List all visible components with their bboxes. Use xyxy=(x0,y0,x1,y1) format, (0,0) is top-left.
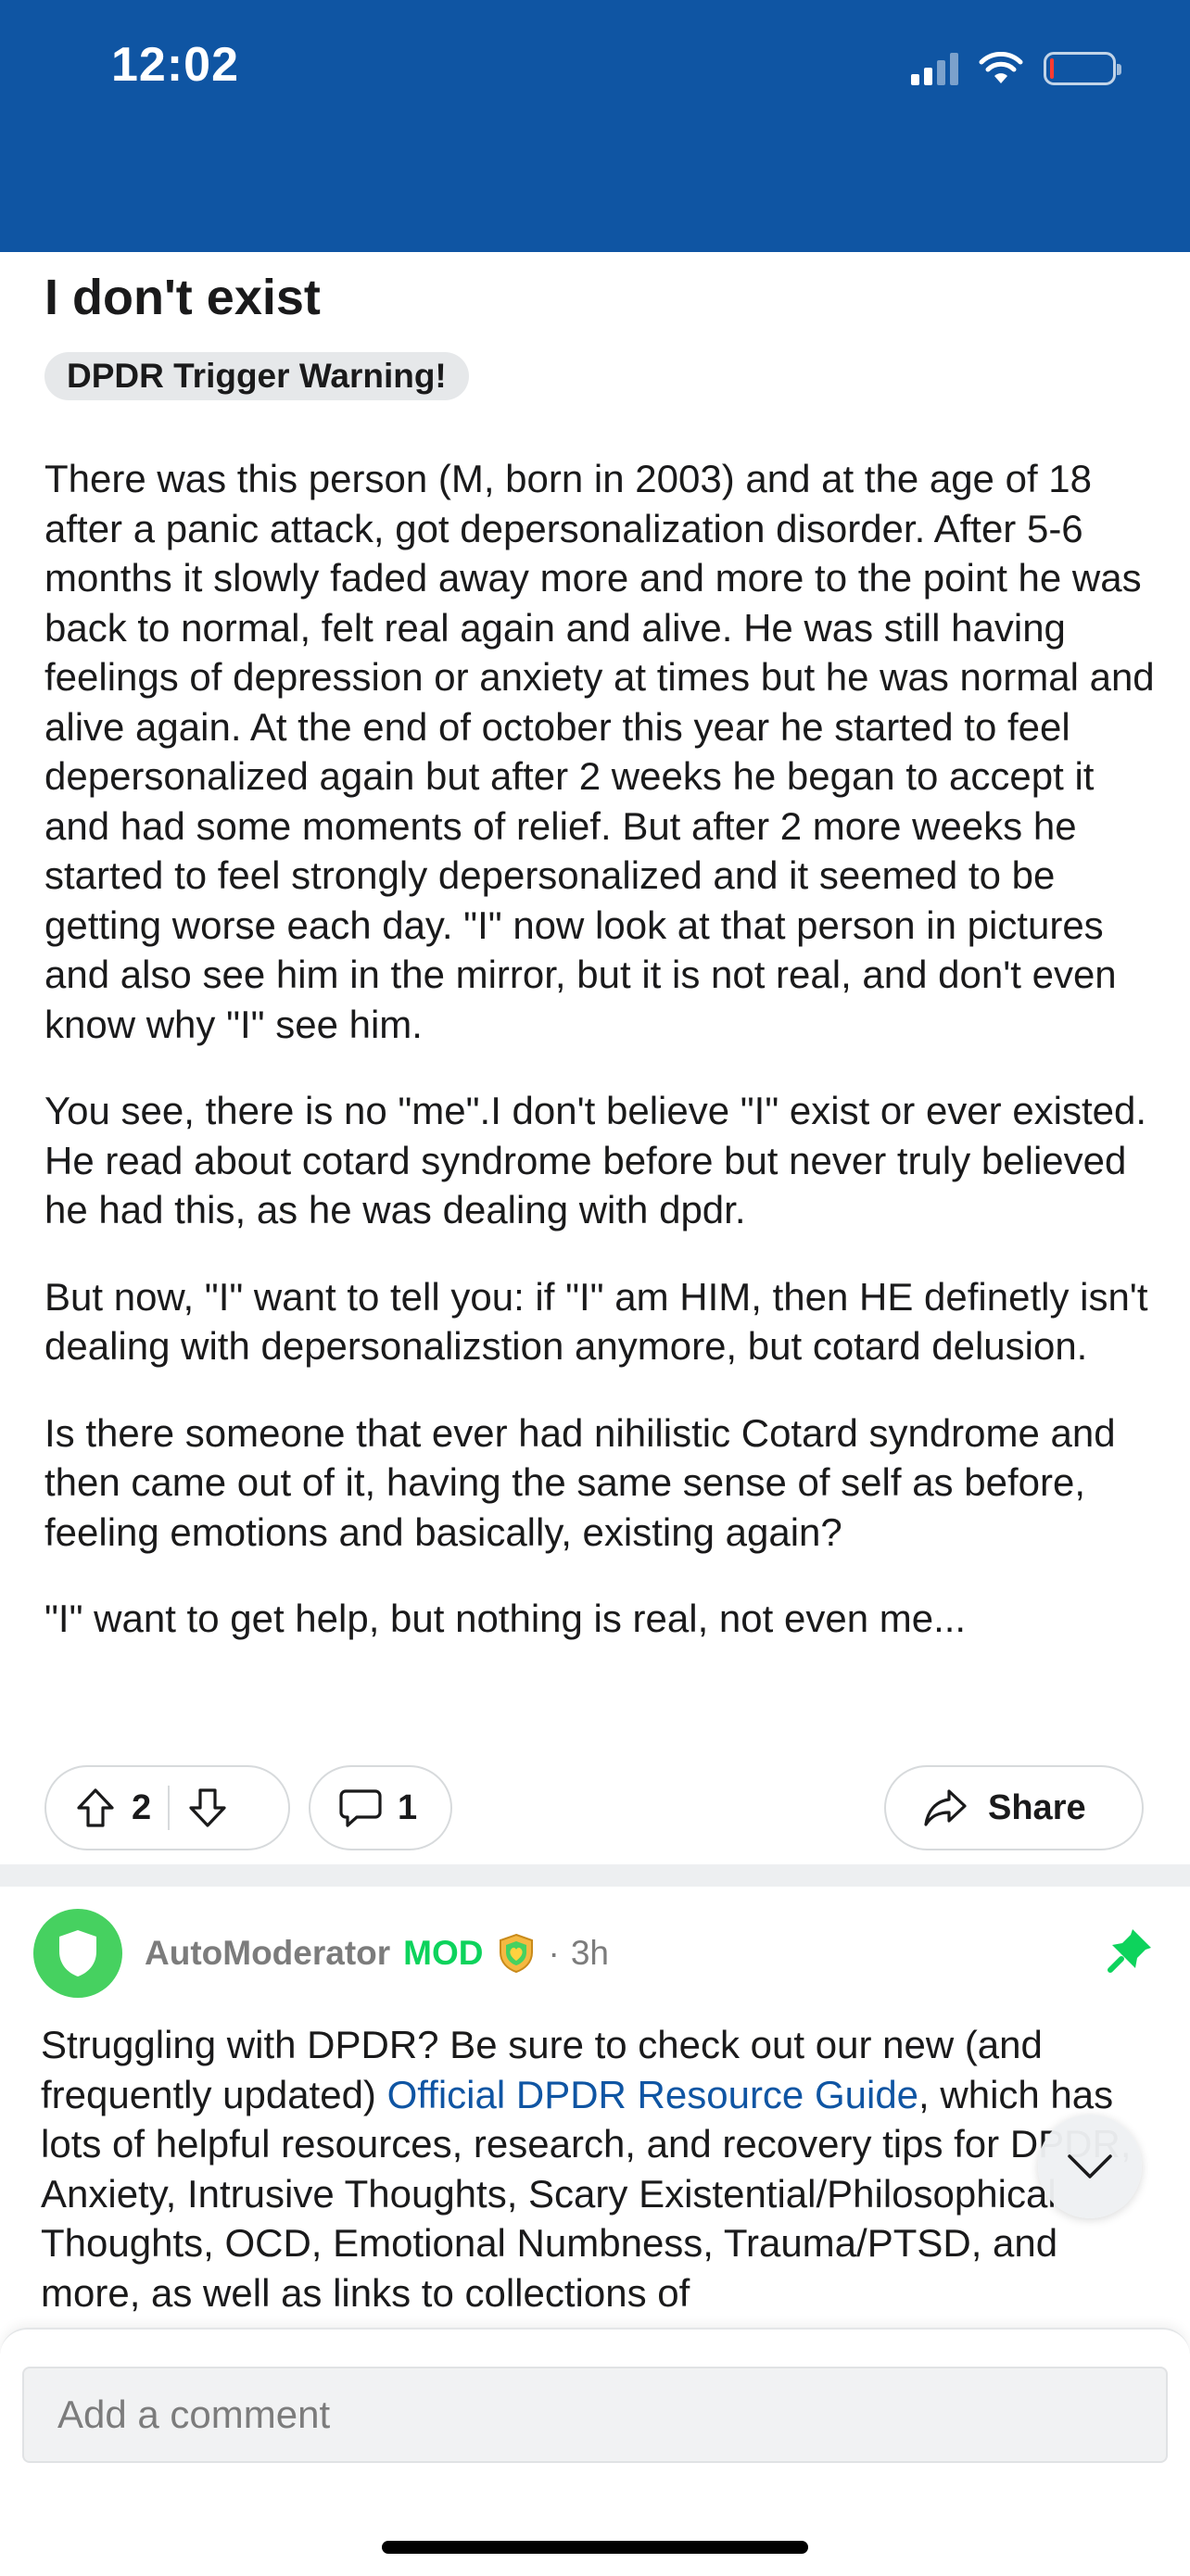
status-time: 12:02 xyxy=(111,38,239,92)
post-paragraph: Is there someone that ever had nihilisti… xyxy=(44,1410,1116,1554)
post-paragraph: You see, there is no "me".I don't believ… xyxy=(44,1089,1147,1231)
comment-author[interactable]: AutoModerator xyxy=(145,1934,390,1973)
comment-body: Struggling with DPDR? Be sure to check o… xyxy=(41,2020,1162,2317)
chevron-down-icon xyxy=(1068,2154,1112,2178)
comment-bubble-icon xyxy=(339,1789,382,1827)
post-paragraph: "I" want to get help, but nothing is rea… xyxy=(44,1597,967,1640)
cellular-signal-icon xyxy=(911,52,958,85)
post-body: There was this person (M, born in 2003) … xyxy=(44,454,1157,1681)
section-separator xyxy=(0,1864,1190,1887)
shield-icon xyxy=(59,1930,96,1976)
comment-time: 3h xyxy=(570,1934,609,1972)
post-paragraph: But now, "I" want to tell you: if "I" am… xyxy=(44,1274,1148,1369)
downvote-icon[interactable] xyxy=(186,1787,229,1829)
scroll-down-button[interactable] xyxy=(1038,2115,1142,2218)
vote-control: 2 xyxy=(44,1765,290,1850)
post-title: I don't exist xyxy=(44,270,321,325)
comments-count: 1 xyxy=(398,1787,418,1827)
vote-count: 2 xyxy=(132,1787,152,1827)
comment-bar xyxy=(0,2328,1190,2576)
post-action-row: 2 1 Share xyxy=(44,1765,1144,1854)
share-icon xyxy=(924,1789,967,1826)
share-label: Share xyxy=(988,1787,1086,1827)
mod-label: MOD xyxy=(403,1934,484,1972)
comment-separator: · xyxy=(548,1934,560,1972)
mod-shield-badge-icon xyxy=(500,1933,534,1974)
comments-button[interactable]: 1 xyxy=(309,1765,452,1850)
post-paragraph: There was this person (M, born in 2003) … xyxy=(44,457,1155,1046)
pin-icon xyxy=(1108,1929,1151,1973)
share-button[interactable]: Share xyxy=(884,1765,1144,1850)
comment-input[interactable] xyxy=(22,2367,1168,2463)
status-bar: 12:02 xyxy=(0,0,1190,252)
wifi-icon xyxy=(979,52,1023,83)
upvote-icon[interactable] xyxy=(74,1787,117,1829)
status-icons xyxy=(911,48,1121,89)
post-flair[interactable]: DPDR Trigger Warning! xyxy=(44,352,469,400)
resource-guide-link[interactable]: Official DPDR Resource Guide xyxy=(387,2073,918,2116)
comment-meta: AutoModerator MOD · 3h xyxy=(145,1933,609,1974)
battery-low-icon xyxy=(1044,52,1121,85)
home-indicator[interactable] xyxy=(382,2541,808,2554)
avatar[interactable] xyxy=(33,1909,122,1998)
vote-divider xyxy=(168,1786,171,1830)
